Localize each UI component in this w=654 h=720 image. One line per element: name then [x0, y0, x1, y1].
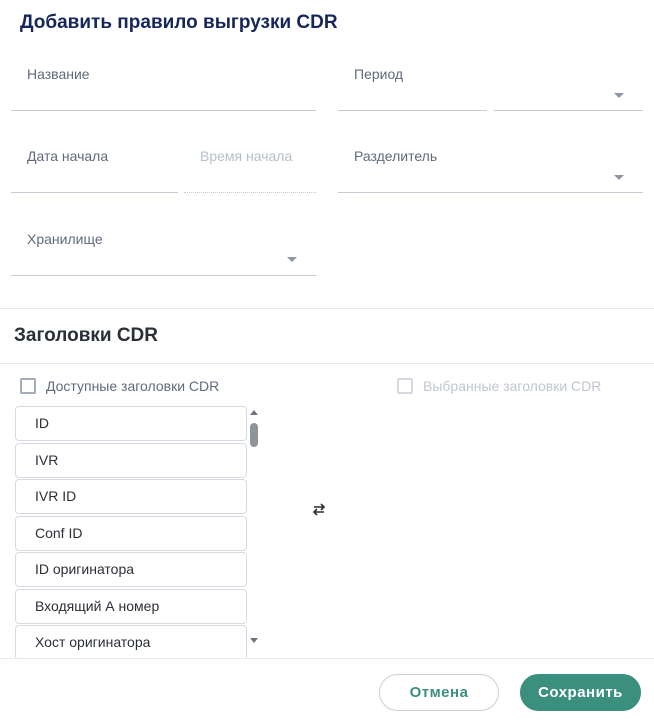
- available-headers-checkbox[interactable]: [20, 378, 36, 394]
- available-list-viewport: ID IVR IVR ID Conf ID ID оригинатора Вхо…: [0, 400, 260, 658]
- section-divider: [0, 308, 654, 309]
- storage-select[interactable]: Хранилище: [11, 231, 316, 276]
- start-time-label: Время начала: [200, 148, 293, 164]
- footer-divider: [0, 658, 654, 659]
- separator-label: Разделитель: [354, 148, 438, 164]
- list-item[interactable]: Хост оригинатора: [15, 625, 247, 658]
- scroll-up-arrow[interactable]: [250, 410, 258, 415]
- available-headers-label: Доступные заголовки CDR: [46, 378, 220, 394]
- scroll-down-arrow[interactable]: [250, 638, 258, 643]
- chevron-down-icon: [287, 257, 297, 262]
- scrollbar-thumb[interactable]: [250, 423, 258, 447]
- list-item[interactable]: ID оригинатора: [15, 552, 247, 587]
- selected-headers-checkbox: [397, 378, 413, 394]
- list-item[interactable]: IVR: [15, 442, 247, 478]
- section-title: Заголовки CDR: [14, 325, 159, 346]
- section-divider: [0, 363, 654, 364]
- period-unit-select[interactable]: [494, 66, 643, 111]
- list-item[interactable]: Входящий А номер: [15, 588, 247, 624]
- name-label: Название: [27, 66, 90, 82]
- separator-select[interactable]: Разделитель: [338, 148, 643, 193]
- available-headers-toggle[interactable]: Доступные заголовки CDR: [20, 378, 219, 394]
- start-time-field: Время начала: [184, 148, 316, 193]
- cancel-button[interactable]: Отмена: [379, 674, 499, 711]
- storage-label: Хранилище: [27, 231, 103, 247]
- start-date-label: Дата начала: [27, 148, 109, 164]
- selected-headers-toggle: Выбранные заголовки CDR: [397, 378, 601, 394]
- selected-headers-label: Выбранные заголовки CDR: [423, 378, 602, 394]
- period-field[interactable]: Период: [338, 66, 487, 111]
- period-label: Период: [354, 66, 404, 82]
- list-item[interactable]: Conf ID: [15, 515, 247, 551]
- name-field[interactable]: Название: [11, 66, 316, 111]
- swap-arrows-icon[interactable]: [310, 501, 328, 517]
- start-date-field[interactable]: Дата начала: [11, 148, 178, 193]
- list-item[interactable]: IVR ID: [15, 479, 247, 514]
- save-button[interactable]: Сохранить: [520, 674, 641, 711]
- available-headers-list: ID IVR IVR ID Conf ID ID оригинатора Вхо…: [15, 406, 247, 658]
- dialog-title: Добавить правило выгрузки CDR: [20, 12, 338, 33]
- chevron-down-icon: [614, 93, 624, 98]
- chevron-down-icon: [614, 175, 624, 180]
- list-item[interactable]: ID: [15, 406, 247, 441]
